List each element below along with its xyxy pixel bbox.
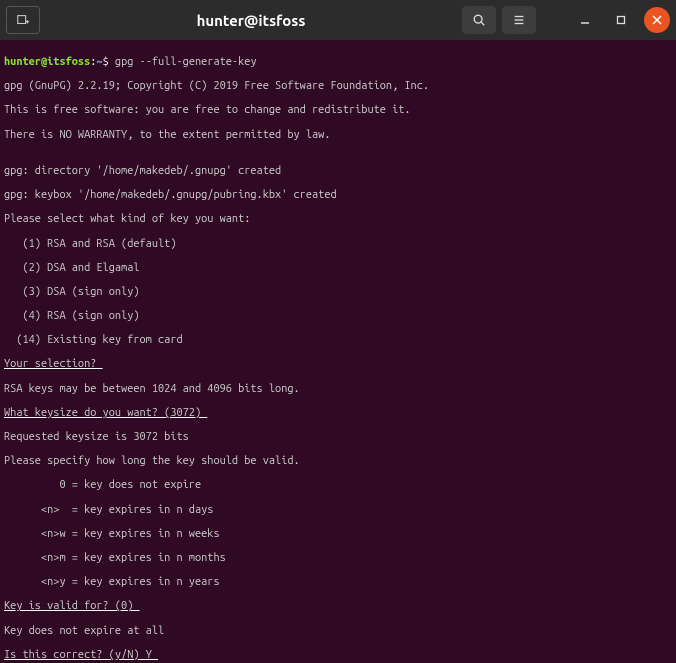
search-button[interactable] [462,6,496,34]
close-button[interactable] [644,7,670,33]
hamburger-icon [512,13,526,27]
titlebar: hunter@itsfoss [0,0,676,40]
terminal-line: gpg (GnuPG) 2.2.19; Copyright (C) 2019 F… [4,80,672,92]
terminal-line: gpg: directory '/home/makedeb/.gnupg' cr… [4,165,672,177]
menu-button[interactable] [502,6,536,34]
search-icon [472,13,486,27]
prompt-user: hunter@itsfoss [4,56,90,68]
terminal-line: Your selection? [4,358,672,370]
terminal-line: This is free software: you are free to c… [4,104,672,116]
close-icon [652,15,662,25]
new-tab-button[interactable] [6,6,40,34]
terminal-line: There is NO WARRANTY, to the extent perm… [4,129,672,141]
terminal-line: <n>y = key expires in n years [4,576,672,588]
terminal-line: Please specify how long the key should b… [4,455,672,467]
terminal-line: Is this correct? (y/N) Y [4,649,672,661]
terminal-line: <n>m = key expires in n months [4,552,672,564]
terminal-line: (14) Existing key from card [4,334,672,346]
terminal-line: Please select what kind of key you want: [4,213,672,225]
terminal-line: hunter@itsfoss:~$ gpg --full-generate-ke… [4,56,672,68]
maximize-icon [615,14,627,26]
window-title: hunter@itsfoss [46,12,456,29]
terminal-line: Requested keysize is 3072 bits [4,431,672,443]
maximize-button[interactable] [608,7,634,33]
minimize-icon [579,14,591,26]
new-tab-icon [16,13,30,27]
terminal-line: Key is valid for? (0) [4,600,672,612]
terminal-line: <n>w = key expires in n weeks [4,528,672,540]
terminal-line: <n> = key expires in n days [4,504,672,516]
terminal-line: RSA keys may be between 1024 and 4096 bi… [4,383,672,395]
terminal-output[interactable]: hunter@itsfoss:~$ gpg --full-generate-ke… [0,40,676,663]
terminal-line: (4) RSA (sign only) [4,310,672,322]
terminal-line: 0 = key does not expire [4,479,672,491]
terminal-line: (3) DSA (sign only) [4,286,672,298]
terminal-line: (2) DSA and Elgamal [4,262,672,274]
minimize-button[interactable] [572,7,598,33]
command-text: gpg --full-generate-key [115,56,257,68]
terminal-line: Key does not expire at all [4,625,672,637]
terminal-line: (1) RSA and RSA (default) [4,238,672,250]
terminal-line: What keysize do you want? (3072) [4,407,672,419]
terminal-line: gpg: keybox '/home/makedeb/.gnupg/pubrin… [4,189,672,201]
